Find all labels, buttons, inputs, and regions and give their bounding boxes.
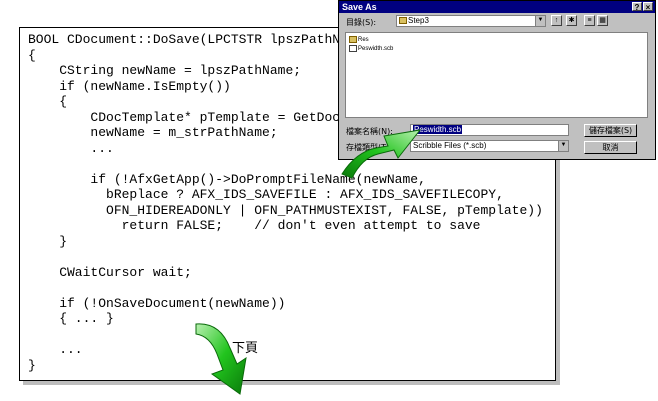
down-arrow-icon <box>195 323 247 395</box>
new-folder-icon[interactable]: ✱ <box>566 15 577 26</box>
close-button[interactable]: × <box>643 2 653 12</box>
folder-select[interactable]: Step3 ▼ <box>396 15 546 27</box>
right-arrow-icon <box>341 129 422 179</box>
list-item[interactable]: Peswidth.scb <box>349 45 393 52</box>
file-list: Res Peswidth.scb <box>345 32 648 118</box>
code-line: bReplace ? AFX_IDS_SAVEFILE : AFX_IDS_SA… <box>28 187 504 202</box>
code-line: { ... } <box>28 311 114 326</box>
save-button[interactable]: 儲存檔案(S) <box>584 124 637 137</box>
folder-icon <box>349 36 357 43</box>
code-line: CString newName = lpszPathName; <box>28 63 302 78</box>
code-line: BOOL CDocument::DoSave(LPCTSTR lpszPathN <box>28 32 341 47</box>
code-line: return FALSE; // don't even attempt to s… <box>28 218 481 233</box>
list-item[interactable]: Res <box>349 36 369 43</box>
code-line: if (!OnSaveDocument(newName)) <box>28 295 286 311</box>
cancel-button[interactable]: 取消 <box>584 141 637 154</box>
code-line: CDocTemplate* pTemplate = GetDoc <box>28 109 341 125</box>
code-line: { <box>28 94 68 109</box>
file-icon <box>349 45 357 52</box>
code-line: { <box>28 47 36 63</box>
code-line: ... <box>28 140 114 156</box>
dialog-title: Save As <box>342 2 377 12</box>
code-line: newName = m_strPathName; <box>28 125 278 140</box>
code-line: OFN_HIDEREADONLY | OFN_PATHMUSTEXIST, FA… <box>28 202 543 218</box>
chevron-down-icon: ▼ <box>558 141 568 151</box>
help-button[interactable]: ? <box>632 2 642 12</box>
folder-label: 目錄(S): <box>346 18 377 27</box>
chevron-down-icon: ▼ <box>535 16 545 26</box>
dialog-title-bar: Save As ? × <box>339 1 655 13</box>
folder-icon <box>399 17 407 25</box>
code-line: } <box>28 233 68 249</box>
code-line: ... <box>28 342 83 357</box>
details-view-icon[interactable]: ▦ <box>597 15 608 26</box>
code-line: } <box>28 357 36 373</box>
list-view-icon[interactable]: ≡ <box>584 15 595 26</box>
code-line: if (newName.IsEmpty()) <box>28 78 231 94</box>
up-folder-icon[interactable]: ↑ <box>551 15 562 26</box>
code-line: CWaitCursor wait; <box>28 264 192 280</box>
